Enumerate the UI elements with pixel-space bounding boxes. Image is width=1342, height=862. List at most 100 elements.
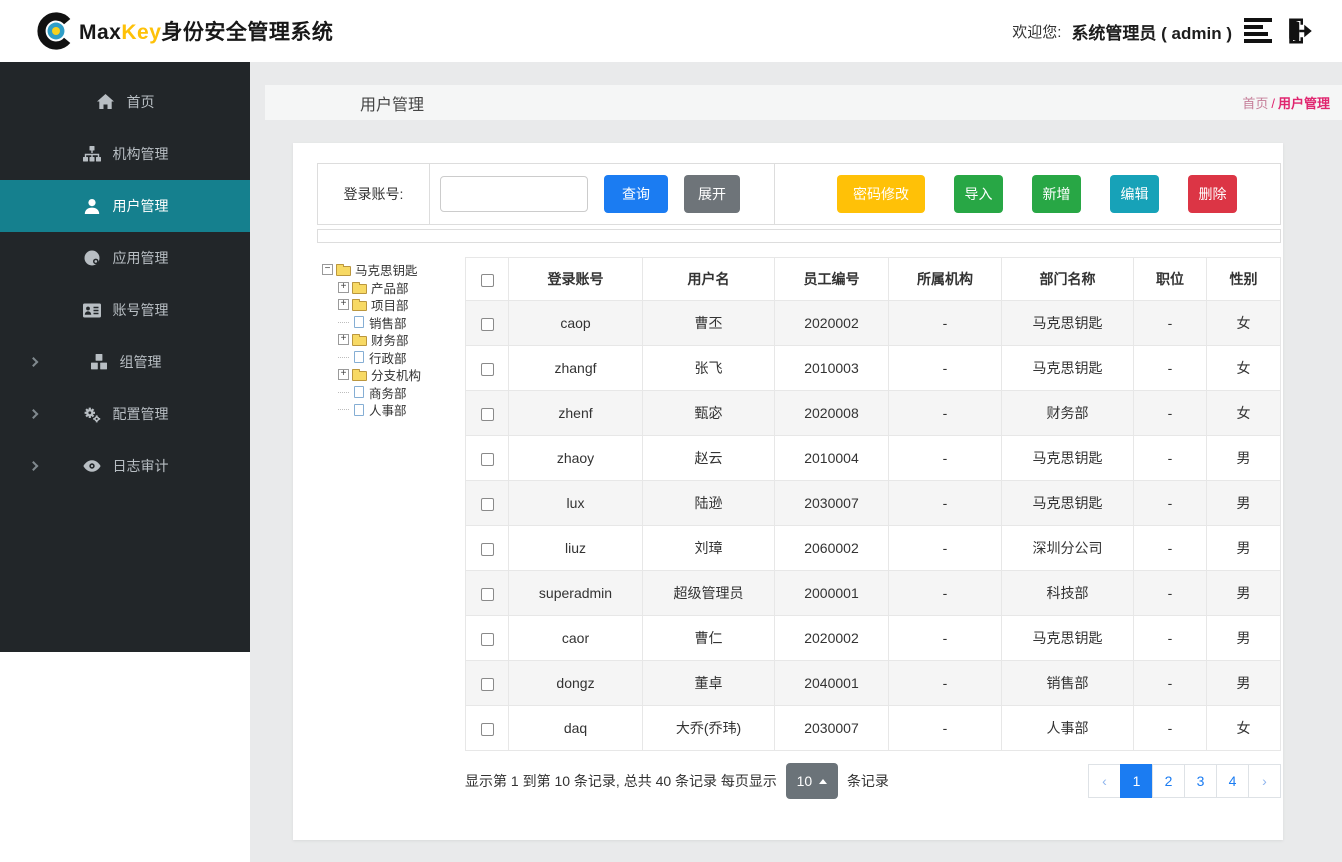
col-emp-no[interactable]: 员工编号 xyxy=(774,257,889,301)
logout-icon[interactable] xyxy=(1282,16,1314,46)
pagination-page-1[interactable]: 1 xyxy=(1120,764,1153,798)
sidebar-item-app-management[interactable]: 应用管理 xyxy=(0,232,250,284)
col-gender[interactable]: 性别 xyxy=(1206,257,1281,301)
cell-username: 董卓 xyxy=(642,660,775,706)
delete-button[interactable]: 删除 xyxy=(1188,175,1237,213)
table-row[interactable]: caop 曹丕 2020002- 马克思钥匙 - 女 xyxy=(465,300,1281,346)
cell-org: - xyxy=(888,660,1002,706)
sidebar-item-home[interactable]: 首页 xyxy=(0,76,250,128)
select-all-checkbox[interactable] xyxy=(480,273,494,287)
cell-dept: 马克思钥匙 xyxy=(1001,300,1134,346)
col-position[interactable]: 职位 xyxy=(1133,257,1207,301)
tree-expander-icon[interactable]: + xyxy=(338,334,349,346)
folder-icon xyxy=(352,334,367,347)
tree-node[interactable]: 行政部 xyxy=(338,349,465,367)
cell-position: - xyxy=(1133,300,1207,346)
cell-org: - xyxy=(888,435,1002,481)
tree-node[interactable]: + 分支机构 xyxy=(338,366,465,384)
tree-node[interactable]: 商务部 xyxy=(338,384,465,402)
add-button[interactable]: 新增 xyxy=(1032,175,1081,213)
cell-gender: 女 xyxy=(1206,705,1281,751)
table-row[interactable]: zhenf 甄宓 2020008- 财务部 - 女 xyxy=(465,390,1281,436)
row-checkbox[interactable] xyxy=(480,632,494,646)
pagination-page-4[interactable]: 4 xyxy=(1216,764,1249,798)
table-row[interactable]: superadmin 超级管理员 2000001- 科技部 - 男 xyxy=(465,570,1281,616)
cell-login: daq xyxy=(508,705,643,751)
cell-dept: 马克思钥匙 xyxy=(1001,435,1134,481)
pagination: ‹ 1 2 3 4 › xyxy=(1088,764,1281,798)
table-row[interactable]: liuz 刘璋 2060002- 深圳分公司 - 男 xyxy=(465,525,1281,571)
row-checkbox[interactable] xyxy=(480,317,494,331)
home-icon xyxy=(96,94,116,110)
tree-node[interactable]: 销售部 xyxy=(338,314,465,332)
row-checkbox[interactable] xyxy=(480,452,494,466)
sidebar-item-account-management[interactable]: 账号管理 xyxy=(0,284,250,336)
sidebar-item-config-management[interactable]: 配置管理 xyxy=(0,388,250,440)
page-size-value: 10 xyxy=(796,773,813,789)
query-button[interactable]: 查询 xyxy=(604,175,668,213)
change-password-button[interactable]: 密码修改 xyxy=(837,175,925,213)
pagination-page-3[interactable]: 3 xyxy=(1184,764,1217,798)
table-row[interactable]: lux 陆逊 2030007- 马克思钥匙 - 男 xyxy=(465,480,1281,526)
row-checkbox[interactable] xyxy=(480,362,494,376)
col-username[interactable]: 用户名 xyxy=(642,257,775,301)
tree-node[interactable]: + 项目部 xyxy=(338,296,465,314)
tree-expander-icon[interactable]: + xyxy=(338,281,349,293)
sidebar-item-label: 首页 xyxy=(126,94,155,110)
col-dept[interactable]: 部门名称 xyxy=(1001,257,1134,301)
cell-gender: 女 xyxy=(1206,390,1281,436)
tree-expander-icon[interactable]: + xyxy=(338,299,349,311)
row-select-cell xyxy=(465,390,509,436)
edit-button[interactable]: 编辑 xyxy=(1110,175,1159,213)
action-buttons: 密码修改 导入 新增 编辑 删除 xyxy=(775,164,1280,224)
cell-dept: 马克思钥匙 xyxy=(1001,615,1134,661)
sidebar-item-log-audit[interactable]: 日志审计 xyxy=(0,440,250,492)
table-row[interactable]: caor 曹仁 2020002- 马克思钥匙 - 男 xyxy=(465,615,1281,661)
sidebar-item-group-management[interactable]: 组管理 xyxy=(0,336,250,388)
row-checkbox[interactable] xyxy=(480,542,494,556)
tree-node[interactable]: − 马克思钥匙 xyxy=(322,261,465,279)
cell-dept: 财务部 xyxy=(1001,390,1134,436)
user-icon xyxy=(82,198,102,214)
col-org[interactable]: 所属机构 xyxy=(888,257,1002,301)
import-button[interactable]: 导入 xyxy=(954,175,1003,213)
page-size-dropdown[interactable]: 10 xyxy=(785,763,838,799)
row-checkbox[interactable] xyxy=(480,722,494,736)
row-checkbox[interactable] xyxy=(480,407,494,421)
row-select-cell xyxy=(465,480,509,526)
sidebar-item-user-management[interactable]: 用户管理 xyxy=(0,180,250,232)
tree-node[interactable]: + 财务部 xyxy=(338,331,465,349)
table-row[interactable]: zhangf 张飞 2010003- 马克思钥匙 - 女 xyxy=(465,345,1281,391)
tree-node[interactable]: + 产品部 xyxy=(338,279,465,297)
table-row[interactable]: zhaoy 赵云 2010004- 马克思钥匙 - 男 xyxy=(465,435,1281,481)
cell-org: - xyxy=(888,300,1002,346)
breadcrumb-home[interactable]: 首页 xyxy=(1242,96,1268,111)
search-form: 查询 展开 xyxy=(430,164,775,224)
row-checkbox[interactable] xyxy=(480,497,494,511)
tree-expander-icon[interactable]: − xyxy=(322,264,333,276)
row-checkbox[interactable] xyxy=(480,677,494,691)
menu-bars-icon[interactable] xyxy=(1244,18,1274,44)
sidebar-item-org-management[interactable]: 机构管理 xyxy=(0,128,250,180)
col-login[interactable]: 登录账号 xyxy=(508,257,643,301)
expand-button[interactable]: 展开 xyxy=(684,175,740,213)
current-user: 系统管理员 ( admin ) xyxy=(1071,23,1232,43)
row-select-cell xyxy=(465,660,509,706)
login-account-input[interactable] xyxy=(440,176,588,212)
pagination-next[interactable]: › xyxy=(1248,764,1281,798)
cell-emp-no: 2000001 xyxy=(774,570,889,616)
record-info-before: 显示第 1 到第 10 条记录, 总共 40 条记录 每页显示 xyxy=(465,773,777,789)
folder-icon xyxy=(336,264,351,277)
file-icon xyxy=(354,386,364,399)
row-checkbox[interactable] xyxy=(480,587,494,601)
table-row[interactable]: dongz 董卓 2040001- 销售部 - 男 xyxy=(465,660,1281,706)
breadcrumb-current: 用户管理 xyxy=(1277,96,1330,111)
pagination-page-2[interactable]: 2 xyxy=(1152,764,1185,798)
table-row[interactable]: daq 大乔(乔玮) 2030007- 人事部 - 女 xyxy=(465,705,1281,751)
cell-emp-no: 2010004 xyxy=(774,435,889,481)
user-table: 登录账号 用户名 员工编号 所属机构 部门名称 职位 性别 caop 曹丕 2020… xyxy=(465,257,1281,751)
tree-node[interactable]: 人事部 xyxy=(338,401,465,419)
tree-expander-icon[interactable]: + xyxy=(338,369,349,381)
pagination-prev[interactable]: ‹ xyxy=(1088,764,1121,798)
tree-node-label: 分支机构 xyxy=(371,369,422,384)
